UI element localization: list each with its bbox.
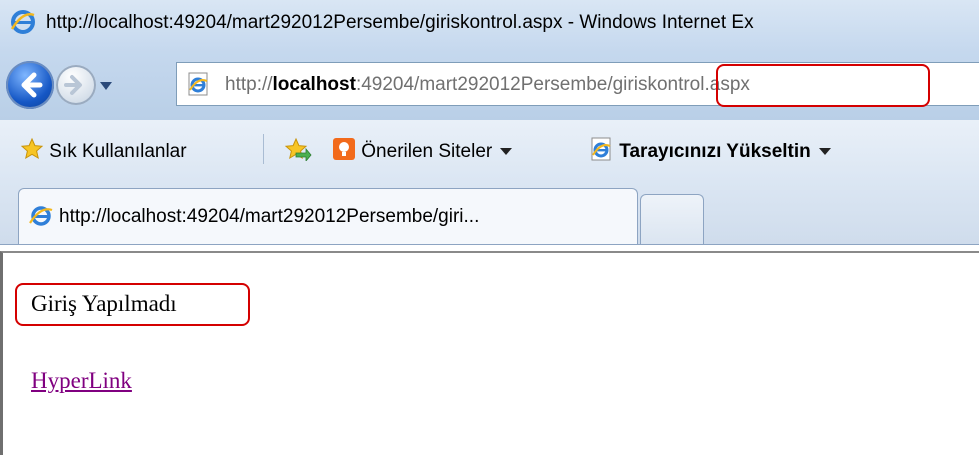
recent-pages-dropdown[interactable] [100,82,112,90]
chevron-down-icon [500,148,513,156]
suggested-sites-label: Önerilen Siteler [361,141,493,162]
ie-page-icon [591,137,611,161]
back-button[interactable] [6,61,54,109]
star-icon [20,137,44,160]
ie-page-icon [29,206,53,226]
add-favorite-icon [284,137,312,163]
tab-current-page[interactable]: http://localhost:49204/mart292012Persemb… [18,188,638,244]
login-status-label: Giriş Yapılmadı [31,291,177,316]
favorites-label: Sık Kullanılanlar [49,141,187,162]
upgrade-browser-button[interactable]: Tarayıcınızı Yükseltin [590,137,831,163]
window-title: http://localhost:49204/mart292012Persemb… [46,12,754,33]
forward-icon [64,75,82,95]
tab-label: http://localhost:49204/mart292012Persemb… [59,206,480,227]
upgrade-label: Tarayıcınızı Yükseltin [619,141,811,162]
window-titlebar: http://localhost:49204/mart292012Persemb… [0,0,979,52]
tab-row: http://localhost:49204/mart292012Persemb… [0,182,979,245]
favorites-separator [263,134,264,164]
hyperlink[interactable]: HyperLink [31,368,132,394]
favorites-button[interactable]: Sık Kullanılanlar [20,137,187,163]
url-page-highlight [716,64,930,107]
ie-page-icon [188,72,208,96]
suggested-sites-icon [333,138,355,160]
page-content [0,251,979,455]
back-icon [21,72,43,98]
chevron-down-icon [818,148,831,156]
add-favorite-button[interactable] [284,137,312,163]
new-tab-button[interactable] [640,194,704,244]
address-url[interactable]: http://localhost:49204/mart292012Persemb… [225,74,750,96]
forward-button[interactable] [56,65,96,105]
ie-logo-icon [10,10,35,34]
favorites-bar: Sık Kullanılanlar Önerilen Siteler Taray… [0,120,979,182]
suggested-sites-button[interactable]: Önerilen Siteler [332,137,513,163]
